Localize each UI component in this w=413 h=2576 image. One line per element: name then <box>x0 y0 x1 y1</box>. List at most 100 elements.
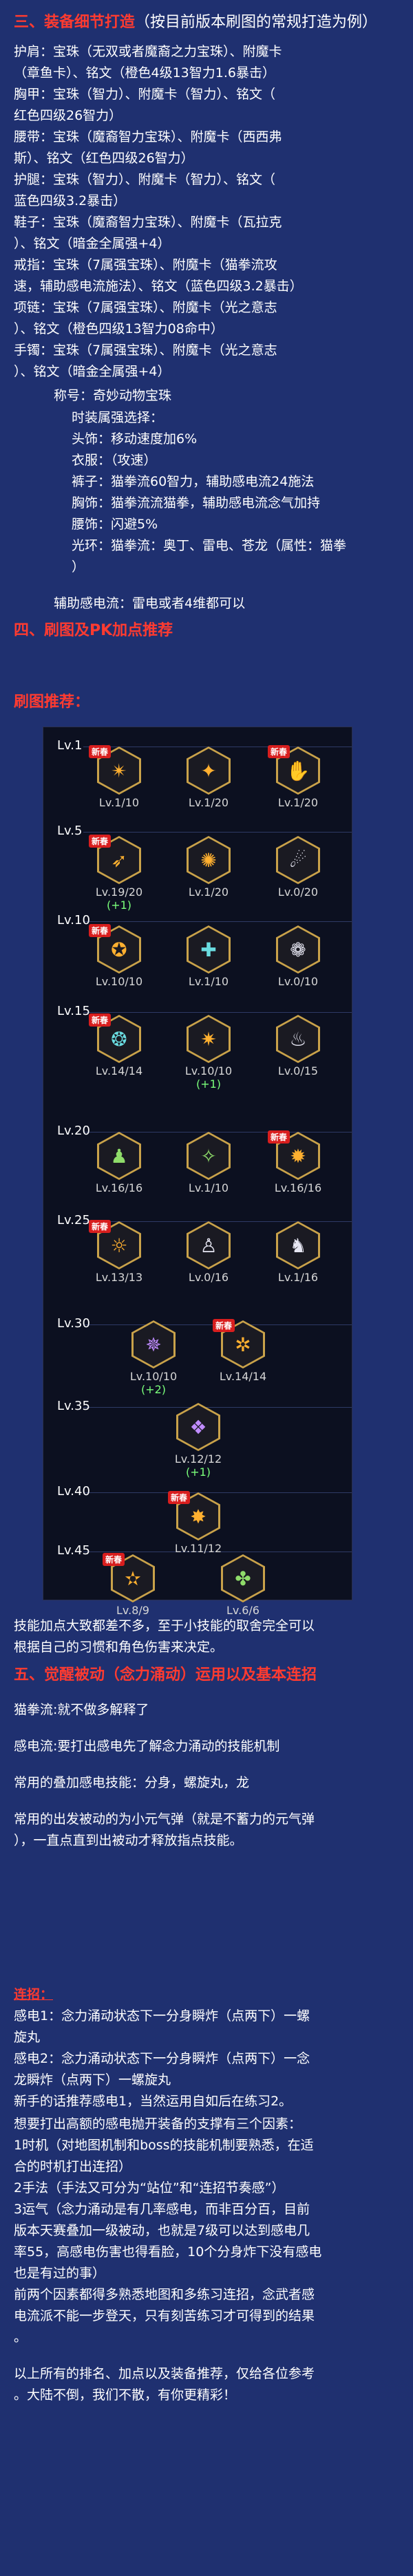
section-5-title: 五、觉醒被动（念力涌动）运用以及基本连招 <box>14 1665 399 1686</box>
skill-level-text: Lv.1/10 <box>98 796 140 809</box>
skill-i1[interactable]: ✸ 新春 Lv.11/12 <box>168 1491 226 1555</box>
section-3-title-main: 三、装备细节打造 <box>14 14 136 31</box>
level-label: Lv.35 <box>57 1399 90 1413</box>
skill-e3[interactable]: ✹ 新春 Lv.16/16 <box>268 1130 326 1194</box>
skill-level-text: Lv.16/16 <box>274 1181 322 1194</box>
skill-c2[interactable]: ✚ Lv.1/10 <box>181 925 236 988</box>
equipment-list: 护肩：宝珠（无双或者魔裔之力宝珠）、附魔卡 （章鱼卡）、铭文（橙色4级13智力1.… <box>14 41 399 383</box>
new-badge: 新春 <box>89 1013 112 1027</box>
fashion-line: ） <box>72 559 85 575</box>
skill-c3[interactable]: ❁ Lv.0/10 <box>271 925 326 988</box>
skill-f2[interactable]: ♙ Lv.0/16 <box>181 1221 236 1284</box>
fashion-block: 时装属强选择： 头饰：移动速度加6% 衣服：（攻速） 裤子：猫拳流60智力，辅助感电流… <box>72 407 395 578</box>
skill-plus: (+1) <box>106 899 132 912</box>
skill-level: Lv.14/14 <box>92 1064 147 1077</box>
fashion-header: 时装属强选择： <box>72 410 164 425</box>
combo-title: 连招： <box>14 1987 54 2002</box>
skill-e1[interactable]: ♟ Lv.16/16 <box>92 1132 147 1194</box>
new-badge: 新春 <box>213 1319 235 1332</box>
skill-level-text: Lv.10/10 <box>184 1064 233 1077</box>
section-4-subtitle-text: 刷图推荐： <box>14 694 90 711</box>
skill-j2[interactable]: ✤ Lv.6/6 <box>215 1554 271 1617</box>
skill-a3[interactable]: ✋ 新春 Lv.1/20 <box>268 745 326 809</box>
text-line: 技能加点大致都差不多，至于小技能的取舍完全可以 <box>14 1618 315 1633</box>
text-line: 根据自己的习惯和角色伤害来决定。 <box>14 1640 224 1655</box>
final-line: 想要打出高额的感电抛开装备的支撑有三个因素： <box>14 2116 302 2132</box>
skill-b2[interactable]: ✺ Lv.1/20 <box>181 836 236 899</box>
final-line: 也是有过的事） <box>14 2266 106 2281</box>
combo-line: 新手的话推荐感电1，当然运用自如后在练习2。 <box>14 2094 293 2109</box>
final-line: 1时机（对地图机制和boss的技能机制要熟悉，在适 <box>14 2138 314 2153</box>
new-badge: 新春 <box>89 924 112 937</box>
skill-icon: ☄ <box>278 838 318 882</box>
final-line: 电流派不能一步登天，只有刻苦练习才可得到的结果 <box>14 2308 315 2323</box>
final-line: 。大陆不倒，我们不散，有你更精彩！ <box>14 2387 237 2403</box>
new-badge: 新春 <box>89 745 112 758</box>
skill-h1[interactable]: ❖ Lv.12/12 (+1) <box>171 1403 226 1479</box>
skill-level-text: Lv.0/16 <box>188 1271 229 1284</box>
skill-f3[interactable]: ♞ Lv.1/16 <box>271 1221 326 1284</box>
skill-hex: ☄ <box>276 836 320 884</box>
skill-d3[interactable]: ♨ Lv.0/15 <box>271 1015 326 1077</box>
section-3-subtitle: （按目前版本刷图的常规打造为例） <box>135 14 378 31</box>
skill-g2[interactable]: ✲ 新春 Lv.14/14 <box>213 1319 271 1383</box>
s5-line: 感电流:要打出感电先了解念力涌动的技能机制 <box>14 1739 280 1754</box>
new-badge: 新春 <box>89 835 112 848</box>
skill-level: Lv.1/10 <box>92 796 147 809</box>
text-line: 腰带：宝珠（魔裔智力宝珠）、附魔卡（西西弗 <box>14 129 282 144</box>
skill-a1[interactable]: ✴ 新春 Lv.1/10 <box>89 745 147 809</box>
text-line: ）、铭文（暗金全属强+4） <box>14 236 171 251</box>
skill-level: Lv.12/12 (+1) <box>171 1452 226 1479</box>
skill-level-text: Lv.13/13 <box>95 1271 143 1284</box>
new-badge: 新春 <box>168 1491 191 1504</box>
fashion-line: 裤子：猫拳流60智力，辅助感电流24施法 <box>72 474 315 489</box>
skill-a2[interactable]: ✦ Lv.1/20 <box>181 747 236 809</box>
skill-g1[interactable]: ✵ Lv.10/10 (+2) <box>126 1320 181 1396</box>
final-line: 版本天赛叠加一级被动，也就是7级可以达到感电几 <box>14 2223 310 2238</box>
skill-d1[interactable]: ❂ 新春 Lv.14/14 <box>89 1013 147 1077</box>
skill-f1[interactable]: ☼ 新春 Lv.13/13 <box>89 1220 147 1284</box>
skill-icon: ✤ <box>223 1556 263 1600</box>
skill-icon: ✺ <box>189 838 229 882</box>
final-line: 3运气（念力涌动是有几率感电，而非百分百，目前 <box>14 2202 310 2217</box>
combo-line: 感电1：念力涌动状态下一分身瞬炸（点两下）一螺 <box>14 2008 310 2024</box>
combo-block: 连招： 感电1：念力涌动状态下一分身瞬炸（点两下）一螺 旋丸 感电2：念力涌动状态下一… <box>14 1984 399 2112</box>
skill-level-text: Lv.14/14 <box>95 1064 143 1077</box>
final-line: 。 <box>14 2330 28 2345</box>
final-line: 前两个因素都得多熟悉地图和多练习连招，念武者感 <box>14 2287 315 2302</box>
combo-line: 感电2：念力涌动状态下一分身瞬炸（点两下）一念 <box>14 2051 310 2066</box>
section-3-title: 三、装备细节打造（按目前版本刷图的常规打造为例） <box>14 12 399 33</box>
skill-b1[interactable]: ➶ 新春 Lv.19/20 (+1) <box>89 835 147 912</box>
level-label: Lv.40 <box>57 1484 90 1499</box>
skill-hex: ❁ <box>276 925 320 974</box>
skill-level: Lv.1/20 <box>181 796 236 809</box>
skill-c1[interactable]: ✪ 新春 Lv.10/10 <box>89 924 147 988</box>
skill-icon: ✧ <box>189 1134 229 1178</box>
level-divider <box>83 1012 352 1013</box>
skill-hex: ✦ <box>187 747 231 795</box>
skill-level: Lv.0/16 <box>181 1271 236 1284</box>
skill-level: Lv.10/10 <box>92 975 147 988</box>
skill-b3[interactable]: ☄ Lv.0/20 <box>271 836 326 899</box>
title-text: 称号：奇妙动物宝珠 <box>54 388 172 403</box>
new-badge: 新春 <box>268 745 290 758</box>
assist-text: 辅助感电流：雷电或者4维都可以 <box>54 596 246 611</box>
skill-level: Lv.16/16 <box>92 1181 147 1194</box>
skill-hex: ♨ <box>276 1015 320 1063</box>
skill-level-text: Lv.16/16 <box>95 1181 143 1194</box>
s5-line: ），一直点直到出被动才释放指点技能。 <box>14 1833 243 1848</box>
skill-icon: ♨ <box>278 1017 318 1061</box>
text-line: ）、铭文（橙色四级13智力08命中） <box>14 321 224 336</box>
skill-level-text: Lv.1/20 <box>188 796 229 809</box>
skill-d2[interactable]: ✷ Lv.10/10 (+1) <box>181 1015 236 1091</box>
text-line: 项链：宝珠（7属强宝珠）、附魔卡（光之意志 <box>14 300 277 315</box>
skill-level: Lv.14/14 <box>215 1370 271 1383</box>
skill-j1[interactable]: ✫ 新春 Lv.8/9 <box>103 1553 160 1617</box>
level-divider <box>83 832 352 833</box>
assist-line: 辅助感电流：雷电或者4维都可以 <box>54 593 413 614</box>
skill-e2[interactable]: ✧ Lv.1/10 <box>181 1132 236 1194</box>
level-label: Lv.30 <box>57 1316 90 1331</box>
skill-level-text: Lv.1/10 <box>188 1181 229 1194</box>
skill-level-text: Lv.0/20 <box>277 886 319 899</box>
skill-icon: ♞ <box>278 1223 318 1267</box>
